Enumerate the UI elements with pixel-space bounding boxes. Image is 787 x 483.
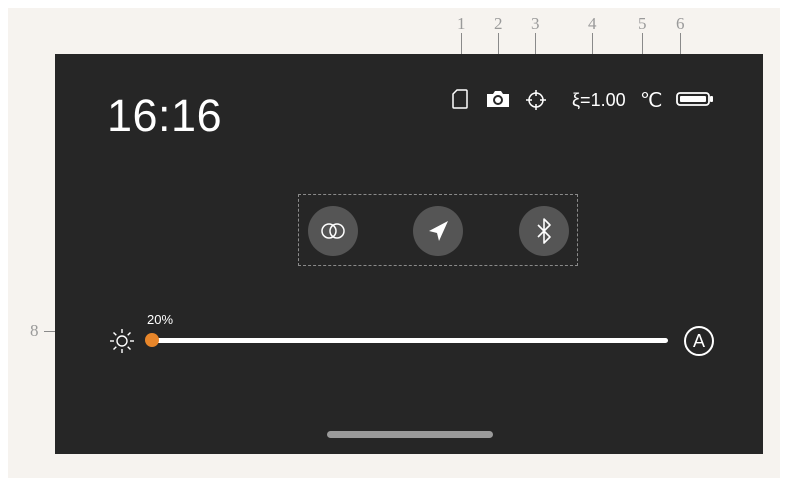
brightness-slider-knob[interactable] [145,333,159,347]
sd-card-icon [452,89,468,109]
figure-frame: 1 2 3 4 5 6 7 8 16:16 ξ=1 [8,8,780,478]
bluetooth-icon [537,218,551,244]
callout-8: 8 [30,321,39,340]
crosshair-icon [526,90,546,110]
clock-time: 16:16 [107,90,223,141]
callout-1: 1 [457,14,466,33]
emissivity-readout: ξ=1.00 [572,90,626,110]
bluetooth-button[interactable] [519,206,569,256]
navigation-arrow-icon [429,221,448,241]
callout-6: 6 [676,14,685,33]
brightness-value: 20% [147,312,174,327]
brightness-icon [110,329,134,353]
callout-4: 4 [588,14,597,33]
auto-brightness-button[interactable]: A [684,326,714,356]
brightness-slider-track[interactable] [152,338,668,343]
callout-2: 2 [494,14,503,33]
device-screen: 16:16 ξ=1.00 ℃ 20% A [55,54,763,454]
callout-3: 3 [531,14,540,33]
temperature-unit: ℃ [640,90,663,112]
camera-icon [487,91,509,107]
image-fusion-button[interactable] [308,206,358,256]
battery-icon [676,92,713,106]
home-indicator[interactable] [327,431,493,438]
overlap-circles-icon [321,223,345,239]
callout-5: 5 [638,14,647,33]
navigation-button[interactable] [413,206,463,256]
